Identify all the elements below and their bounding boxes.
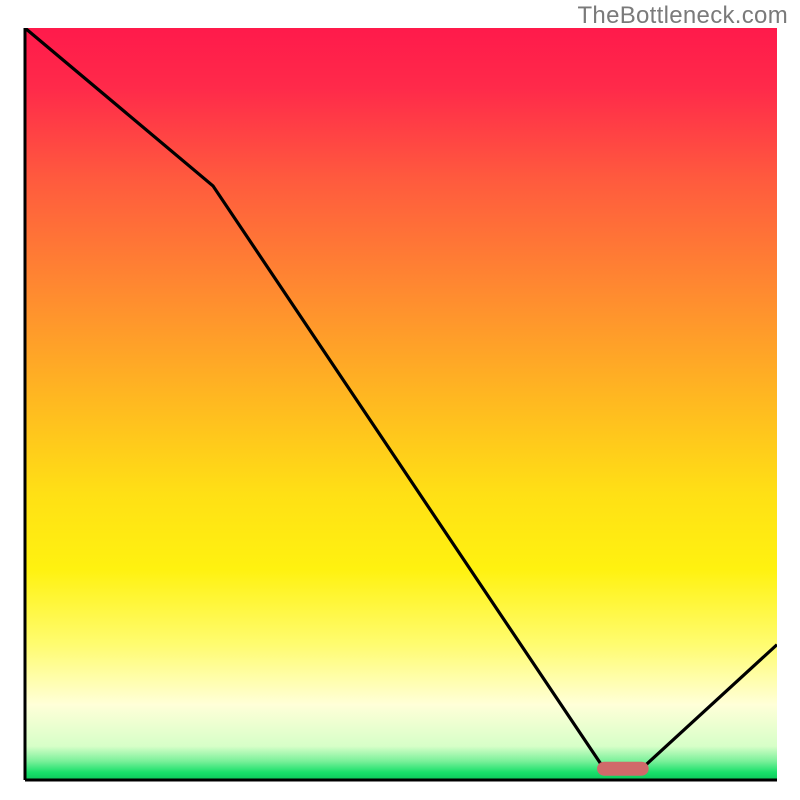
- chart-stage: TheBottleneck.com: [0, 0, 800, 800]
- bottleneck-chart: [0, 0, 800, 800]
- gradient-background: [25, 28, 777, 780]
